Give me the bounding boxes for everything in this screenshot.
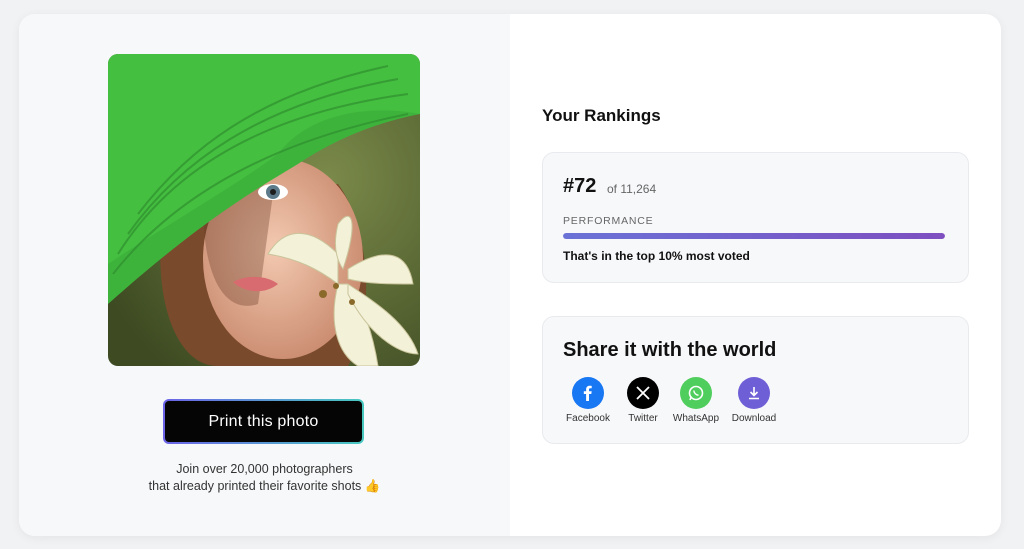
share-download-label: Download xyxy=(731,413,777,424)
performance-bar-fill xyxy=(563,233,945,239)
performance-label: PERFORMANCE xyxy=(563,215,654,227)
rankings-card: #72 of 11,264 PERFORMANCE That's in the … xyxy=(542,152,969,283)
rank-number: #72 xyxy=(563,175,597,197)
x-icon xyxy=(627,377,659,409)
print-photo-button[interactable]: Print this photo xyxy=(163,399,364,444)
rank-total: of 11,264 xyxy=(607,182,657,196)
join-text: Join over 20,000 photographers that alre… xyxy=(19,461,510,495)
performance-bar xyxy=(563,233,945,239)
facebook-icon xyxy=(572,377,604,409)
whatsapp-icon xyxy=(680,377,712,409)
download-icon xyxy=(738,377,770,409)
rankings-title: Your Rankings xyxy=(542,106,661,125)
share-download-button[interactable]: Download xyxy=(719,377,789,424)
left-panel: Print this photo Join over 20,000 photog… xyxy=(19,14,510,536)
join-line-2: that already printed their favorite shot… xyxy=(148,479,381,493)
submitted-photo[interactable] xyxy=(108,54,420,366)
performance-summary: That's in the top 10% most voted xyxy=(563,249,750,263)
right-panel: Your Rankings #72 of 11,264 PERFORMANCE … xyxy=(510,14,1001,536)
share-card: Share it with the world Facebook Twitter… xyxy=(542,316,969,444)
join-line-1: Join over 20,000 photographers xyxy=(176,462,353,476)
main-card: Print this photo Join over 20,000 photog… xyxy=(19,14,1001,536)
share-title: Share it with the world xyxy=(563,339,777,361)
